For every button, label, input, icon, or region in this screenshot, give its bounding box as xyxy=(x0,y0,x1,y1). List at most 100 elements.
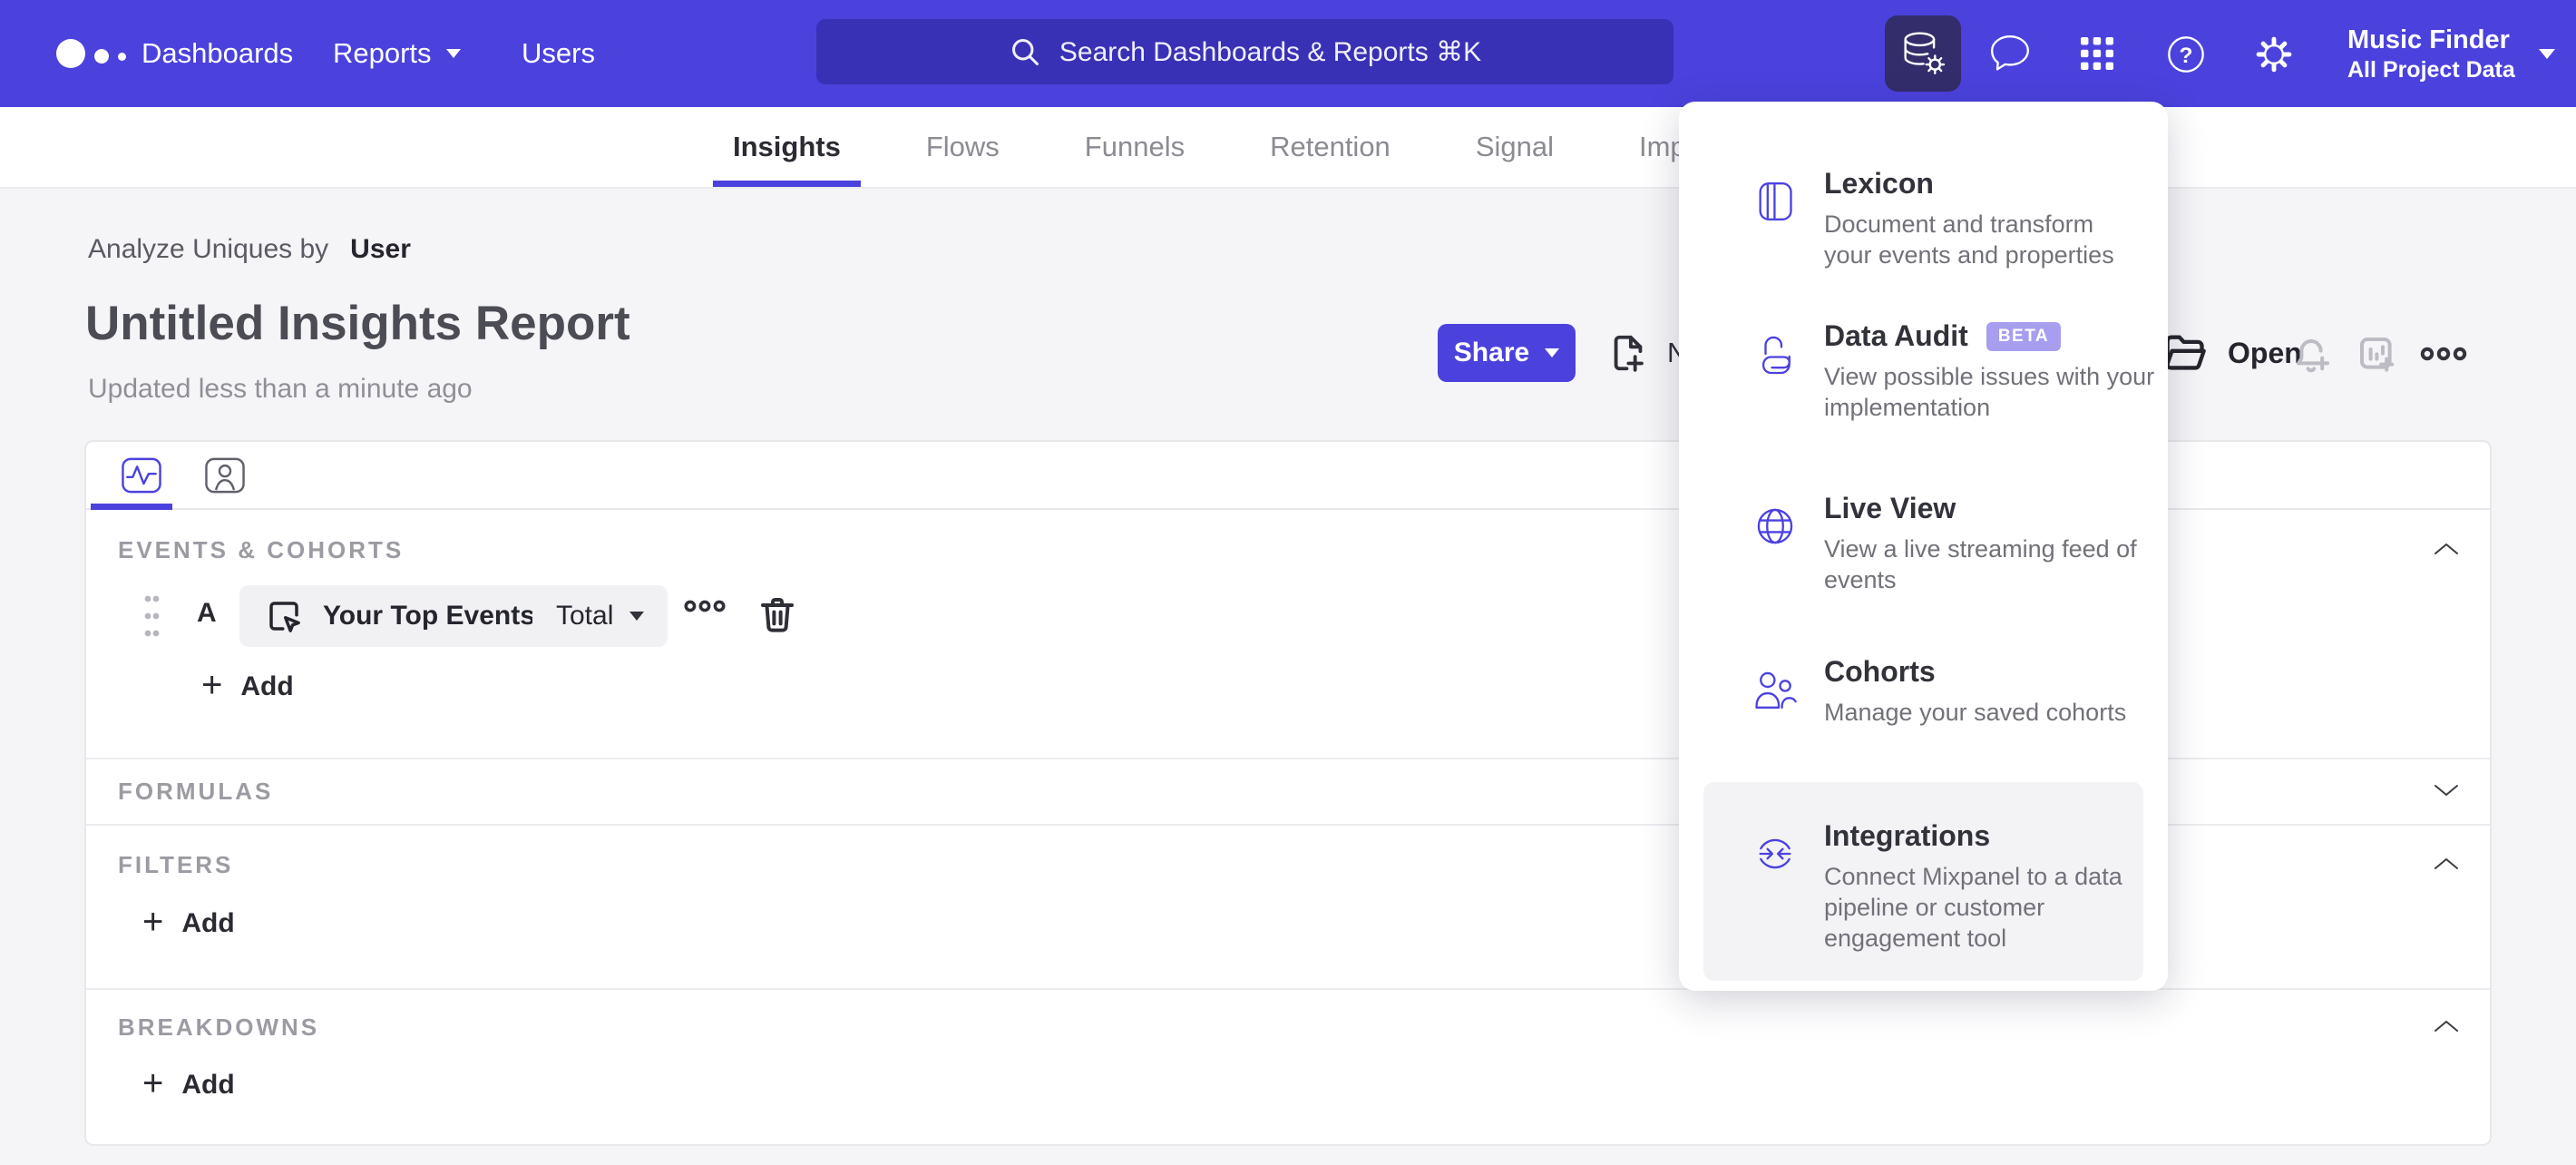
share-button[interactable]: Share xyxy=(1438,324,1576,382)
nav-reports[interactable]: Reports xyxy=(333,0,461,107)
tab-signal[interactable]: Signal xyxy=(1469,107,1561,187)
tab-profiles-view[interactable] xyxy=(199,449,251,502)
menu-item-integrations[interactable]: Integrations Connect Mixpanel to a data … xyxy=(1750,819,2149,954)
logo-dot-icon xyxy=(56,39,85,68)
event-selector-pill[interactable]: Your Top Events xyxy=(239,585,561,647)
pulse-chart-tab-icon xyxy=(122,457,161,493)
beta-badge: BETA xyxy=(1986,321,2062,351)
help-button[interactable]: ? xyxy=(2161,29,2211,80)
section-formulas-label: FORMULAS xyxy=(118,778,274,805)
plus-icon: + xyxy=(142,1063,164,1103)
nav-dashboards-label: Dashboards xyxy=(141,37,294,69)
project-scope: All Project Data xyxy=(2347,57,2515,83)
menu-item-description: Document and transform your events and p… xyxy=(1824,210,2114,269)
plus-icon: + xyxy=(142,902,164,942)
report-type-tabs: Insights Flows Funnels Retention Signal … xyxy=(713,107,1731,187)
updated-timestamp: Updated less than a minute ago xyxy=(88,374,473,404)
tab-insights[interactable]: Insights xyxy=(713,107,861,187)
profile-tab-icon xyxy=(205,457,245,493)
svg-text:?: ? xyxy=(2180,44,2193,68)
create-alert-button[interactable] xyxy=(2289,332,2333,376)
data-management-menu: Lexicon Document and transform your even… xyxy=(1679,102,2168,991)
nav-users-label: Users xyxy=(522,37,595,69)
menu-item-title: Live View xyxy=(1824,492,1956,524)
open-report-button[interactable]: Open xyxy=(2161,322,2302,384)
more-actions-button[interactable] xyxy=(2418,343,2469,365)
tab-flows[interactable]: Flows xyxy=(919,107,1007,187)
section-filters-collapse[interactable] xyxy=(2430,853,2463,875)
section-breakdowns-label: BREAKDOWNS xyxy=(118,1013,320,1041)
ellipsis-icon xyxy=(684,600,726,612)
search-icon xyxy=(1011,39,1039,65)
cohorts-people-icon xyxy=(1755,671,1797,709)
nav-dashboards[interactable]: Dashboards xyxy=(141,0,293,107)
event-cursor-icon xyxy=(269,602,300,632)
chevron-up-icon xyxy=(2435,543,2458,554)
ellipsis-icon xyxy=(2420,347,2467,361)
drag-dots-icon xyxy=(144,595,160,637)
tab-funnels[interactable]: Funnels xyxy=(1078,107,1192,187)
section-filters-label: FILTERS xyxy=(118,851,234,878)
logo-dot-icon xyxy=(94,49,109,64)
analyze-entity-selector[interactable]: User xyxy=(350,234,411,265)
menu-item-data-audit[interactable]: Data Audit BETA View possible issues wit… xyxy=(1750,319,2154,423)
menu-item-description: Manage your saved cohorts xyxy=(1824,699,2127,726)
menu-item-live-view[interactable]: Live View View a live streaming feed of … xyxy=(1750,492,2149,595)
add-to-dashboard-button[interactable] xyxy=(2355,332,2398,376)
mixpanel-insights-screen: { "colors": { "nav_bg": "#4B42DD", "acce… xyxy=(0,0,2576,1165)
page-title: Untitled Insights Report xyxy=(85,297,630,350)
tab-events-view[interactable] xyxy=(115,449,168,502)
section-breakdowns-collapse[interactable] xyxy=(2430,1015,2463,1037)
active-tab-underline xyxy=(91,504,172,510)
menu-item-description: Connect Mixpanel to a data pipeline or c… xyxy=(1824,863,2122,952)
series-letter: A xyxy=(197,598,217,628)
chevron-down-icon xyxy=(2435,785,2458,796)
menu-item-lexicon[interactable]: Lexicon Document and transform your even… xyxy=(1750,167,2149,270)
report-type-tabbar: Insights Flows Funnels Retention Signal … xyxy=(0,107,2576,189)
chevron-up-icon xyxy=(2435,858,2458,869)
menu-item-title: Integrations xyxy=(1824,819,1991,852)
event-row-more-button[interactable] xyxy=(682,596,727,616)
analyze-prefix: Analyze Uniques by xyxy=(88,234,329,264)
menu-item-title: Cohorts xyxy=(1824,655,1936,688)
menu-item-cohorts[interactable]: Cohorts Manage your saved cohorts xyxy=(1750,655,2149,728)
section-events-collapse[interactable] xyxy=(2430,538,2463,560)
lexicon-book-icon xyxy=(1759,182,1792,220)
logo-dot-icon xyxy=(118,52,126,61)
feedback-bubble-icon xyxy=(1991,35,2029,71)
menu-item-title: Data Audit xyxy=(1824,319,1968,352)
menu-item-title: Lexicon xyxy=(1824,167,1934,200)
integrations-sync-icon xyxy=(1759,838,1791,869)
event-name: Your Top Events xyxy=(323,601,535,631)
metric-dropdown[interactable]: Total xyxy=(532,585,668,647)
help-icon: ? xyxy=(2168,36,2204,73)
nav-reports-label: Reports xyxy=(333,37,432,69)
plus-icon: + xyxy=(201,665,223,705)
mixpanel-logo[interactable] xyxy=(56,0,126,107)
tab-retention[interactable]: Retention xyxy=(1263,107,1398,187)
bell-plus-icon xyxy=(2297,339,2329,373)
data-audit-lock-icon xyxy=(1762,336,1791,375)
add-breakdown-button[interactable]: + Add xyxy=(142,1065,235,1101)
data-management-button[interactable] xyxy=(1885,15,1961,92)
section-formulas-expand[interactable] xyxy=(2430,779,2463,801)
add-filter-button[interactable]: + Add xyxy=(142,902,235,942)
apps-button[interactable] xyxy=(2073,29,2122,78)
project-selector[interactable]: Music Finder All Project Data xyxy=(2347,0,2555,107)
menu-item-description: View possible issues with your implement… xyxy=(1824,363,2155,421)
menu-item-description: View a live streaming feed of events xyxy=(1824,535,2137,593)
database-gear-icon xyxy=(1904,32,1946,74)
search-input[interactable]: Search Dashboards & Reports ⌘K xyxy=(816,19,1673,84)
drag-handle[interactable] xyxy=(144,593,160,639)
chevron-down-icon xyxy=(629,612,645,621)
feedback-button[interactable] xyxy=(1985,29,2035,80)
nav-users[interactable]: Users xyxy=(522,0,595,107)
event-row-delete-button[interactable] xyxy=(756,592,799,636)
add-event-button[interactable]: + Add xyxy=(201,667,294,703)
settings-button[interactable] xyxy=(2249,29,2299,80)
chevron-down-icon xyxy=(445,49,461,58)
trash-icon xyxy=(761,598,794,632)
search-placeholder: Search Dashboards & Reports ⌘K xyxy=(1059,36,1482,67)
chevron-down-icon xyxy=(1545,348,1560,357)
settings-gear-icon xyxy=(2256,36,2292,73)
